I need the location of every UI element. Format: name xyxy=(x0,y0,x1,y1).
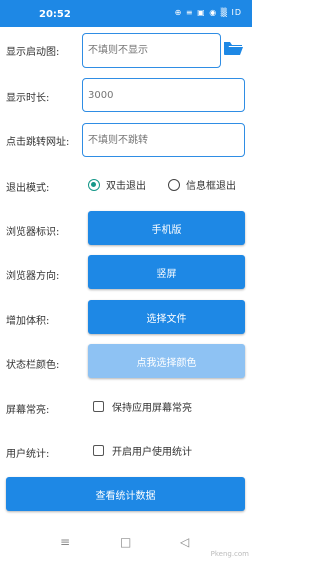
portrait-button[interactable]: 竖屏 xyxy=(88,255,245,289)
menu-icon[interactable]: ≡ xyxy=(60,535,70,549)
duration-input[interactable] xyxy=(82,78,245,112)
status-bar: 20:52 ⊕ ≡ ▣ ◉ ▒ ID xyxy=(0,0,252,27)
status-time: 20:52 xyxy=(39,9,71,20)
duration-label: 显示时长: xyxy=(6,93,50,104)
choose-color-button[interactable]: 点我选择颜色 xyxy=(88,344,245,378)
folder-icon[interactable] xyxy=(223,40,243,60)
checkbox-icon xyxy=(93,445,104,456)
browser-orientation-label: 浏览器方向: xyxy=(6,271,60,282)
splash-image-input[interactable] xyxy=(82,33,221,68)
keep-screen-on-checkbox[interactable]: 保持应用屏幕常亮 xyxy=(93,399,192,414)
checkbox-label: 开启用户使用统计 xyxy=(112,447,192,458)
exit-mode-label: 退出模式: xyxy=(6,183,50,194)
user-stats-label: 用户统计: xyxy=(6,449,50,460)
choose-file-button[interactable]: 选择文件 xyxy=(88,300,245,334)
checkbox-label: 保持应用屏幕常亮 xyxy=(112,403,192,414)
radio-dialog-exit[interactable]: 信息框退出 xyxy=(168,177,236,192)
user-stats-checkbox[interactable]: 开启用户使用统计 xyxy=(93,443,192,458)
radio-checked-icon xyxy=(88,178,100,191)
add-volume-label: 增加体积: xyxy=(6,316,50,327)
redirect-url-label: 点击跳转网址: xyxy=(6,137,70,148)
view-stats-button[interactable]: 查看统计数据 xyxy=(6,477,245,511)
radio-double-click-exit[interactable]: 双击退出 xyxy=(88,177,146,192)
radio-label: 双击退出 xyxy=(106,181,146,192)
checkbox-icon xyxy=(93,401,104,412)
redirect-url-input[interactable] xyxy=(82,123,245,157)
status-indicators: ⊕ ≡ ▣ ◉ ▒ ID xyxy=(174,8,242,17)
radio-unchecked-icon xyxy=(168,178,180,191)
splash-image-label: 显示启动图: xyxy=(6,47,60,58)
statusbar-color-label: 状态栏颜色: xyxy=(6,360,60,371)
screen-on-label: 屏幕常亮: xyxy=(6,405,50,416)
mobile-version-button[interactable]: 手机版 xyxy=(88,211,245,245)
back-icon[interactable]: ◁ xyxy=(180,535,189,549)
home-icon[interactable]: □ xyxy=(120,535,131,549)
watermark: Pkeng.com xyxy=(210,550,249,558)
browser-id-label: 浏览器标识: xyxy=(6,227,60,238)
radio-label: 信息框退出 xyxy=(186,181,236,192)
